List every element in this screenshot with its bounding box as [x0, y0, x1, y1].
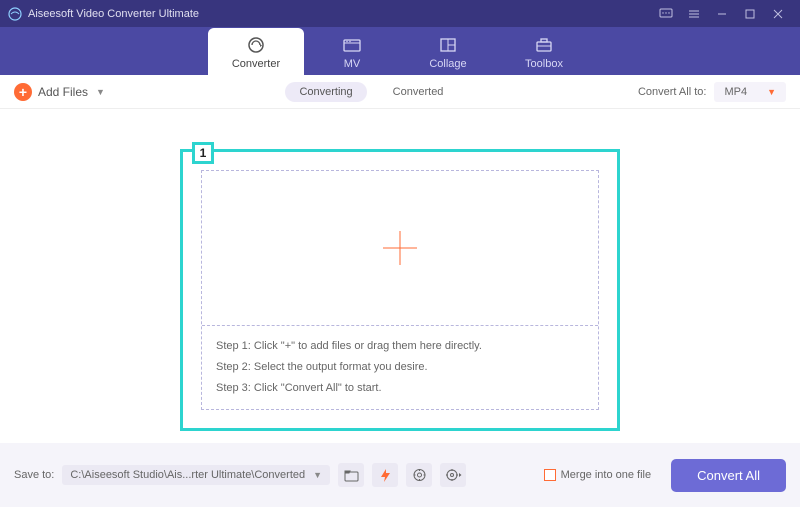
app-logo-icon [8, 7, 22, 21]
app-title: Aiseesoft Video Converter Ultimate [28, 8, 199, 20]
feedback-icon[interactable] [652, 0, 680, 27]
converter-icon [245, 34, 267, 56]
toolbox-icon [533, 34, 555, 56]
tab-mv[interactable]: MV [304, 28, 400, 75]
add-plus-icon [383, 231, 417, 265]
menu-icon[interactable] [680, 0, 708, 27]
instructions: Step 1: Click "+" to add files or drag t… [202, 326, 598, 409]
tab-converter[interactable]: Converter [208, 28, 304, 75]
format-select[interactable]: MP4 ▼ [714, 82, 786, 102]
chevron-down-icon: ▼ [767, 87, 776, 97]
titlebar: Aiseesoft Video Converter Ultimate [0, 0, 800, 27]
tab-bar: Converter MV Collage Toolbox [0, 27, 800, 75]
chevron-down-icon: ▼ [96, 87, 105, 97]
callout-marker: 1 [192, 142, 214, 164]
minimize-icon[interactable] [708, 0, 736, 27]
step-text: Step 2: Select the output format you des… [216, 357, 584, 378]
highlight-frame: Step 1: Click "+" to add files or drag t… [180, 149, 620, 431]
tab-label: Converter [232, 58, 280, 70]
gpu-accel-button[interactable] [372, 463, 398, 487]
drop-area[interactable] [202, 171, 598, 326]
mv-icon [341, 34, 363, 56]
close-icon[interactable] [764, 0, 792, 27]
tab-label: MV [344, 58, 361, 70]
footer: Save to: C:\Aiseesoft Studio\Ais...rter … [0, 443, 800, 507]
merge-label: Merge into one file [561, 469, 652, 481]
maximize-icon[interactable] [736, 0, 764, 27]
segment-converting[interactable]: Converting [285, 82, 366, 102]
save-path-value: C:\Aiseesoft Studio\Ais...rter Ultimate\… [70, 469, 305, 481]
chevron-down-icon: ▼ [313, 470, 322, 480]
high-speed-button[interactable] [406, 463, 432, 487]
save-to-label: Save to: [14, 469, 54, 481]
save-path-select[interactable]: C:\Aiseesoft Studio\Ais...rter Ultimate\… [62, 465, 330, 485]
convert-all-button[interactable]: Convert All [671, 459, 786, 492]
step-text: Step 3: Click "Convert All" to start. [216, 378, 584, 399]
tab-toolbox[interactable]: Toolbox [496, 28, 592, 75]
add-files-button[interactable]: + Add Files ▼ [14, 83, 105, 101]
workspace: 1 Step 1: Click "+" to add files or drag… [0, 109, 800, 443]
collage-icon [437, 34, 459, 56]
add-files-label: Add Files [38, 85, 88, 99]
merge-checkbox[interactable]: Merge into one file [544, 469, 652, 481]
convert-all-to-label: Convert All to: [638, 86, 706, 98]
settings-button[interactable] [440, 463, 466, 487]
drop-zone[interactable]: Step 1: Click "+" to add files or drag t… [201, 170, 599, 410]
tab-label: Toolbox [525, 58, 563, 70]
format-value: MP4 [724, 86, 747, 98]
plus-icon: + [14, 83, 32, 101]
tab-collage[interactable]: Collage [400, 28, 496, 75]
step-text: Step 1: Click "+" to add files or drag t… [216, 336, 584, 357]
checkbox-icon [544, 469, 556, 481]
tab-label: Collage [429, 58, 466, 70]
open-folder-button[interactable] [338, 463, 364, 487]
toolbar: + Add Files ▼ Converting Converted Conve… [0, 75, 800, 109]
segment-converted[interactable]: Converted [379, 82, 458, 102]
